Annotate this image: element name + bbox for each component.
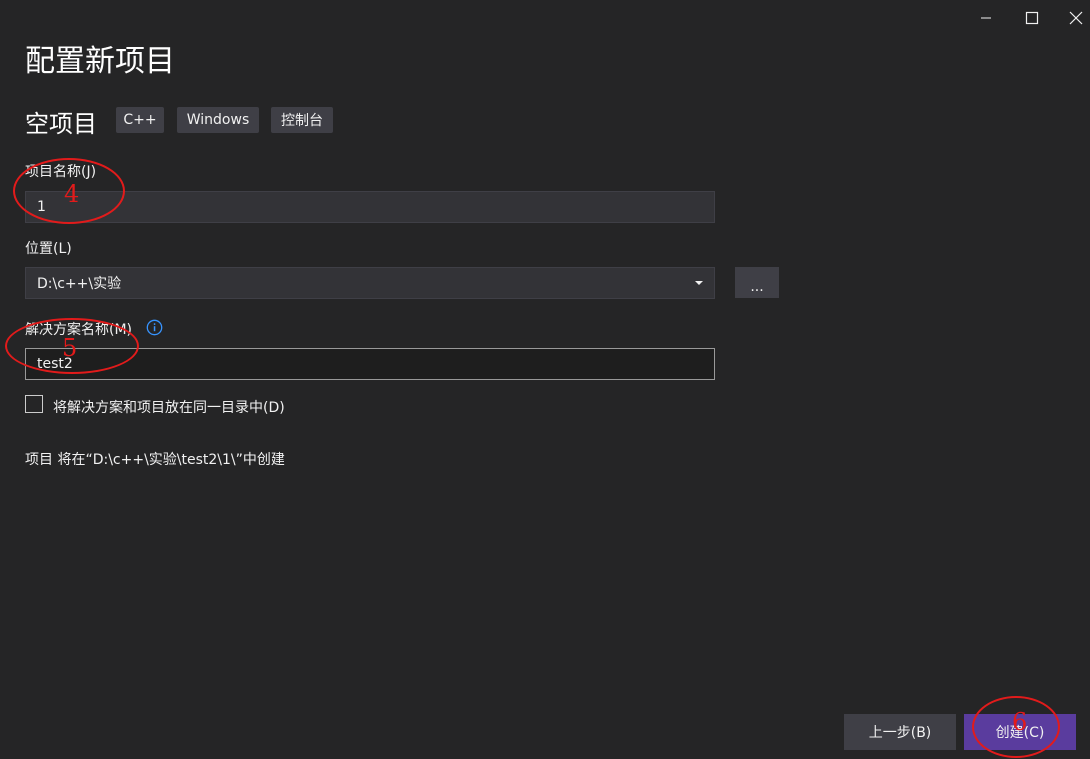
chevron-down-icon [695,281,703,285]
browse-button[interactable]: ... [735,267,779,298]
back-button[interactable]: 上一步(B) [844,714,956,750]
same-dir-label: 将解决方案和项目放在同一目录中(D) [53,400,285,416]
annotation-number-6: 6 [1012,708,1028,736]
project-name-input[interactable]: 1 [25,191,715,223]
info-icon[interactable] [146,319,163,336]
same-dir-checkbox[interactable] [25,395,43,413]
close-icon [1069,11,1083,25]
template-name: 空项目 [25,110,97,138]
location-dropdown[interactable]: D:\c++\实验 [25,267,715,299]
tag-windows: Windows [177,107,259,133]
tag-cpp: C++ [116,107,164,133]
location-value: D:\c++\实验 [37,276,122,292]
location-label: 位置(L) [25,241,72,257]
minimize-button[interactable] [966,4,1006,32]
tag-console: 控制台 [271,107,333,133]
annotation-number-4: 4 [64,180,80,208]
annotation-number-5: 5 [62,334,78,362]
page-title: 配置新项目 [25,44,175,79]
minimize-icon [981,17,991,19]
close-button[interactable] [1062,4,1090,32]
maximize-icon [1025,11,1039,25]
location-summary: 项目 将在“D:\c++\实验\test2\1\”中创建 [25,452,285,468]
maximize-button[interactable] [1012,4,1052,32]
